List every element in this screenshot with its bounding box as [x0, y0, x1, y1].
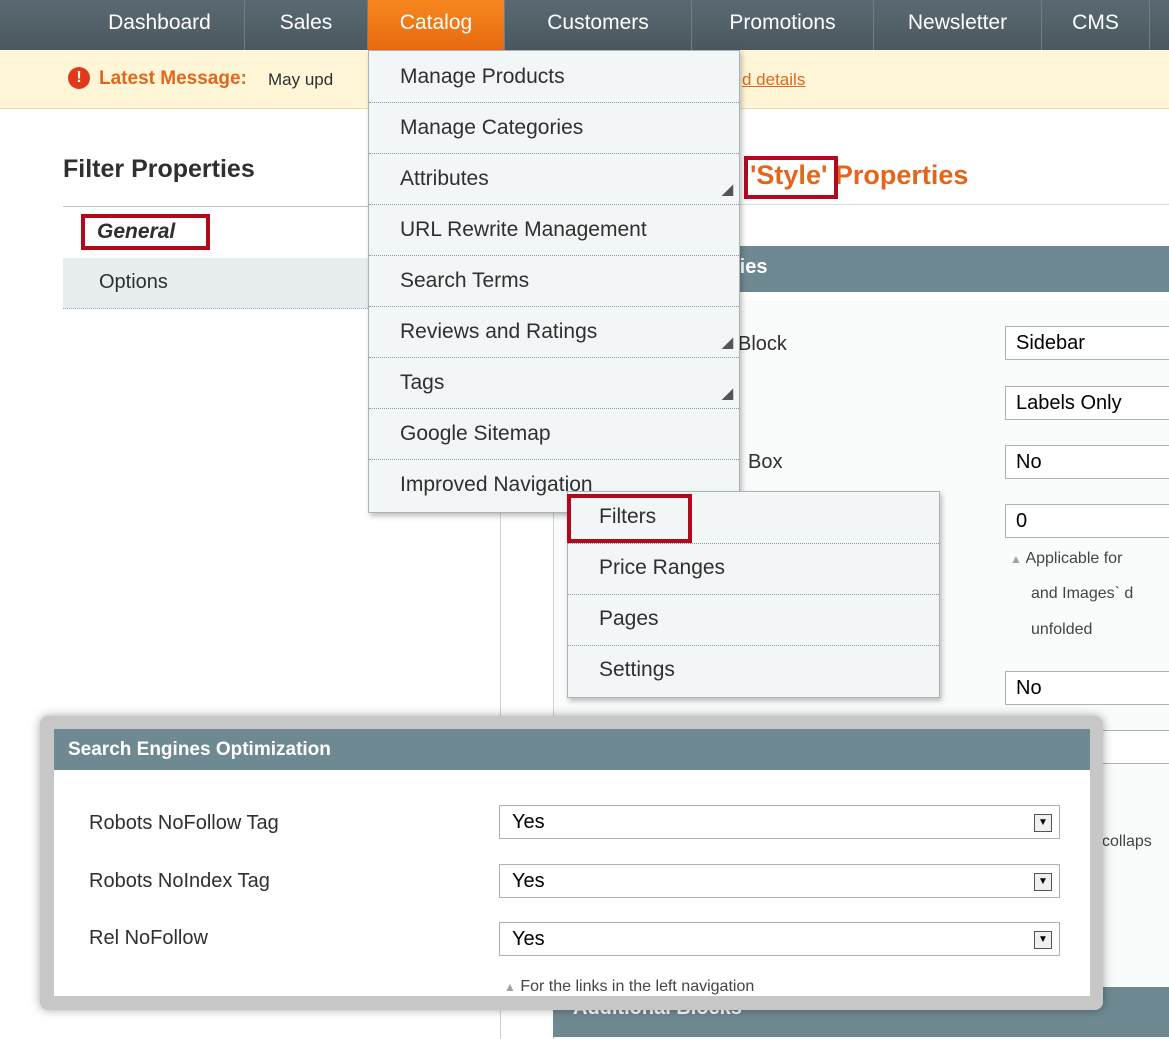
block-position-select[interactable]: Sidebar	[1005, 326, 1169, 360]
menu-item-attributes[interactable]: Attributes ◢	[369, 153, 739, 205]
submenu-arrow-icon: ◢	[722, 334, 733, 350]
menu-item-label: Attributes	[400, 167, 489, 190]
menu-item-label: Manage Categories	[400, 116, 584, 139]
menu-item-reviews-ratings[interactable]: Reviews and Ratings ◢	[369, 306, 739, 358]
select-value: Labels Only	[1016, 392, 1122, 414]
select-value: Yes	[512, 811, 545, 833]
submenu-arrow-icon: ◢	[722, 181, 733, 197]
seo-label-robots-nofollow: Robots NoFollow Tag	[89, 812, 279, 834]
nav-newsletter[interactable]: Newsletter	[874, 0, 1042, 50]
menu-item-label: Settings	[599, 658, 675, 681]
unfolded-count-input[interactable]: 0	[1005, 504, 1169, 538]
menu-item-tags[interactable]: Tags ◢	[369, 357, 739, 409]
field-note: ▲ Applicable for	[1010, 550, 1122, 568]
triangle-icon: ▲	[504, 980, 516, 994]
message-label: Latest Message:	[99, 68, 247, 89]
menu-item-label: Tags	[400, 371, 445, 394]
row-label-block: Block	[738, 333, 787, 355]
seo-panel: Search Engines Optimization Robots NoFol…	[54, 729, 1090, 996]
style-highlight-box	[744, 156, 838, 199]
tab-general-label: General	[97, 220, 176, 243]
menu-item-label: URL Rewrite Management	[400, 218, 647, 241]
menu-item-manage-categories[interactable]: Manage Categories	[369, 102, 739, 154]
message-details-link[interactable]: d details	[742, 70, 805, 90]
tab-options-label: Options	[99, 271, 168, 293]
robots-noindex-select[interactable]: Yes ▼	[499, 864, 1060, 898]
seo-panel-header: Search Engines Optimization	[54, 729, 1090, 770]
submenu-item-price-ranges[interactable]: Price Ranges	[568, 543, 939, 595]
menu-item-label: Search Terms	[400, 269, 530, 292]
input-value: 0	[1016, 510, 1028, 532]
chevron-down-icon[interactable]: ▼	[1034, 873, 1052, 891]
select-value: Yes	[512, 870, 545, 892]
select-value: No	[1016, 451, 1042, 473]
nav-catalog[interactable]: Catalog	[368, 0, 505, 50]
chevron-down-icon[interactable]: ▼	[1034, 931, 1052, 949]
catalog-dropdown-menu: Manage Products Manage Categories Attrib…	[368, 50, 740, 513]
menu-item-url-rewrite[interactable]: URL Rewrite Management	[369, 204, 739, 256]
top-navigation: Dashboard Sales Catalog Customers Promot…	[0, 0, 1169, 50]
field-note-line-2: and Images` d	[1031, 585, 1134, 602]
tab-options[interactable]: Options	[63, 258, 368, 309]
seo-note-text: For the links in the left navigation	[520, 978, 755, 995]
menu-item-label: Improved Navigation	[400, 473, 593, 496]
alert-icon: !	[68, 67, 90, 89]
message-text: May upd	[268, 70, 334, 89]
divider	[63, 206, 368, 207]
menu-item-label: Reviews and Ratings	[400, 320, 598, 343]
note-line-1: Applicable for	[1025, 550, 1123, 567]
box-select[interactable]: No	[1005, 445, 1169, 479]
field-note-line-3: unfolded	[1031, 621, 1093, 638]
rel-nofollow-select[interactable]: Yes ▼	[499, 922, 1060, 956]
triangle-icon: ▲	[1010, 552, 1022, 566]
select-value: Sidebar	[1016, 332, 1085, 354]
row5-select[interactable]: No	[1005, 671, 1169, 705]
menu-item-google-sitemap[interactable]: Google Sitemap	[369, 408, 739, 460]
filter-properties-title: Filter Properties	[63, 155, 255, 183]
submenu-arrow-icon: ◢	[722, 385, 733, 401]
nav-cms[interactable]: CMS	[1042, 0, 1150, 50]
select-value: Yes	[512, 928, 545, 950]
seo-field-note: ▲ For the links in the left navigation	[504, 978, 754, 996]
menu-item-manage-products[interactable]: Manage Products	[369, 51, 739, 103]
nav-promotions[interactable]: Promotions	[692, 0, 874, 50]
menu-item-label: Manage Products	[400, 65, 565, 88]
row7-note: collaps	[1102, 833, 1152, 850]
seo-label-rel-nofollow: Rel NoFollow	[89, 927, 208, 949]
filters-highlight-box	[567, 494, 692, 543]
tab-general[interactable]: General	[81, 214, 210, 250]
nav-dashboard[interactable]: Dashboard	[75, 0, 245, 50]
seo-label-robots-noindex: Robots NoIndex Tag	[89, 870, 270, 892]
divider	[740, 204, 1169, 205]
robots-nofollow-select[interactable]: Yes ▼	[499, 805, 1060, 839]
properties-word: Properties	[834, 160, 969, 190]
row-label-box: Box	[748, 451, 783, 473]
nav-customers[interactable]: Customers	[505, 0, 692, 50]
submenu-item-settings[interactable]: Settings	[568, 645, 939, 696]
nav-sales[interactable]: Sales	[245, 0, 368, 50]
menu-item-label: Google Sitemap	[400, 422, 551, 445]
seo-panel-title: Search Engines Optimization	[68, 739, 331, 760]
menu-item-search-terms[interactable]: Search Terms	[369, 255, 739, 307]
select-value: No	[1016, 677, 1042, 699]
submenu-item-pages[interactable]: Pages	[568, 594, 939, 646]
seo-callout: Search Engines Optimization Robots NoFol…	[40, 716, 1103, 1010]
display-type-select[interactable]: Labels Only	[1005, 386, 1169, 420]
menu-item-label: Price Ranges	[599, 556, 726, 579]
menu-item-label: Pages	[599, 607, 659, 630]
chevron-down-icon[interactable]: ▼	[1034, 814, 1052, 832]
